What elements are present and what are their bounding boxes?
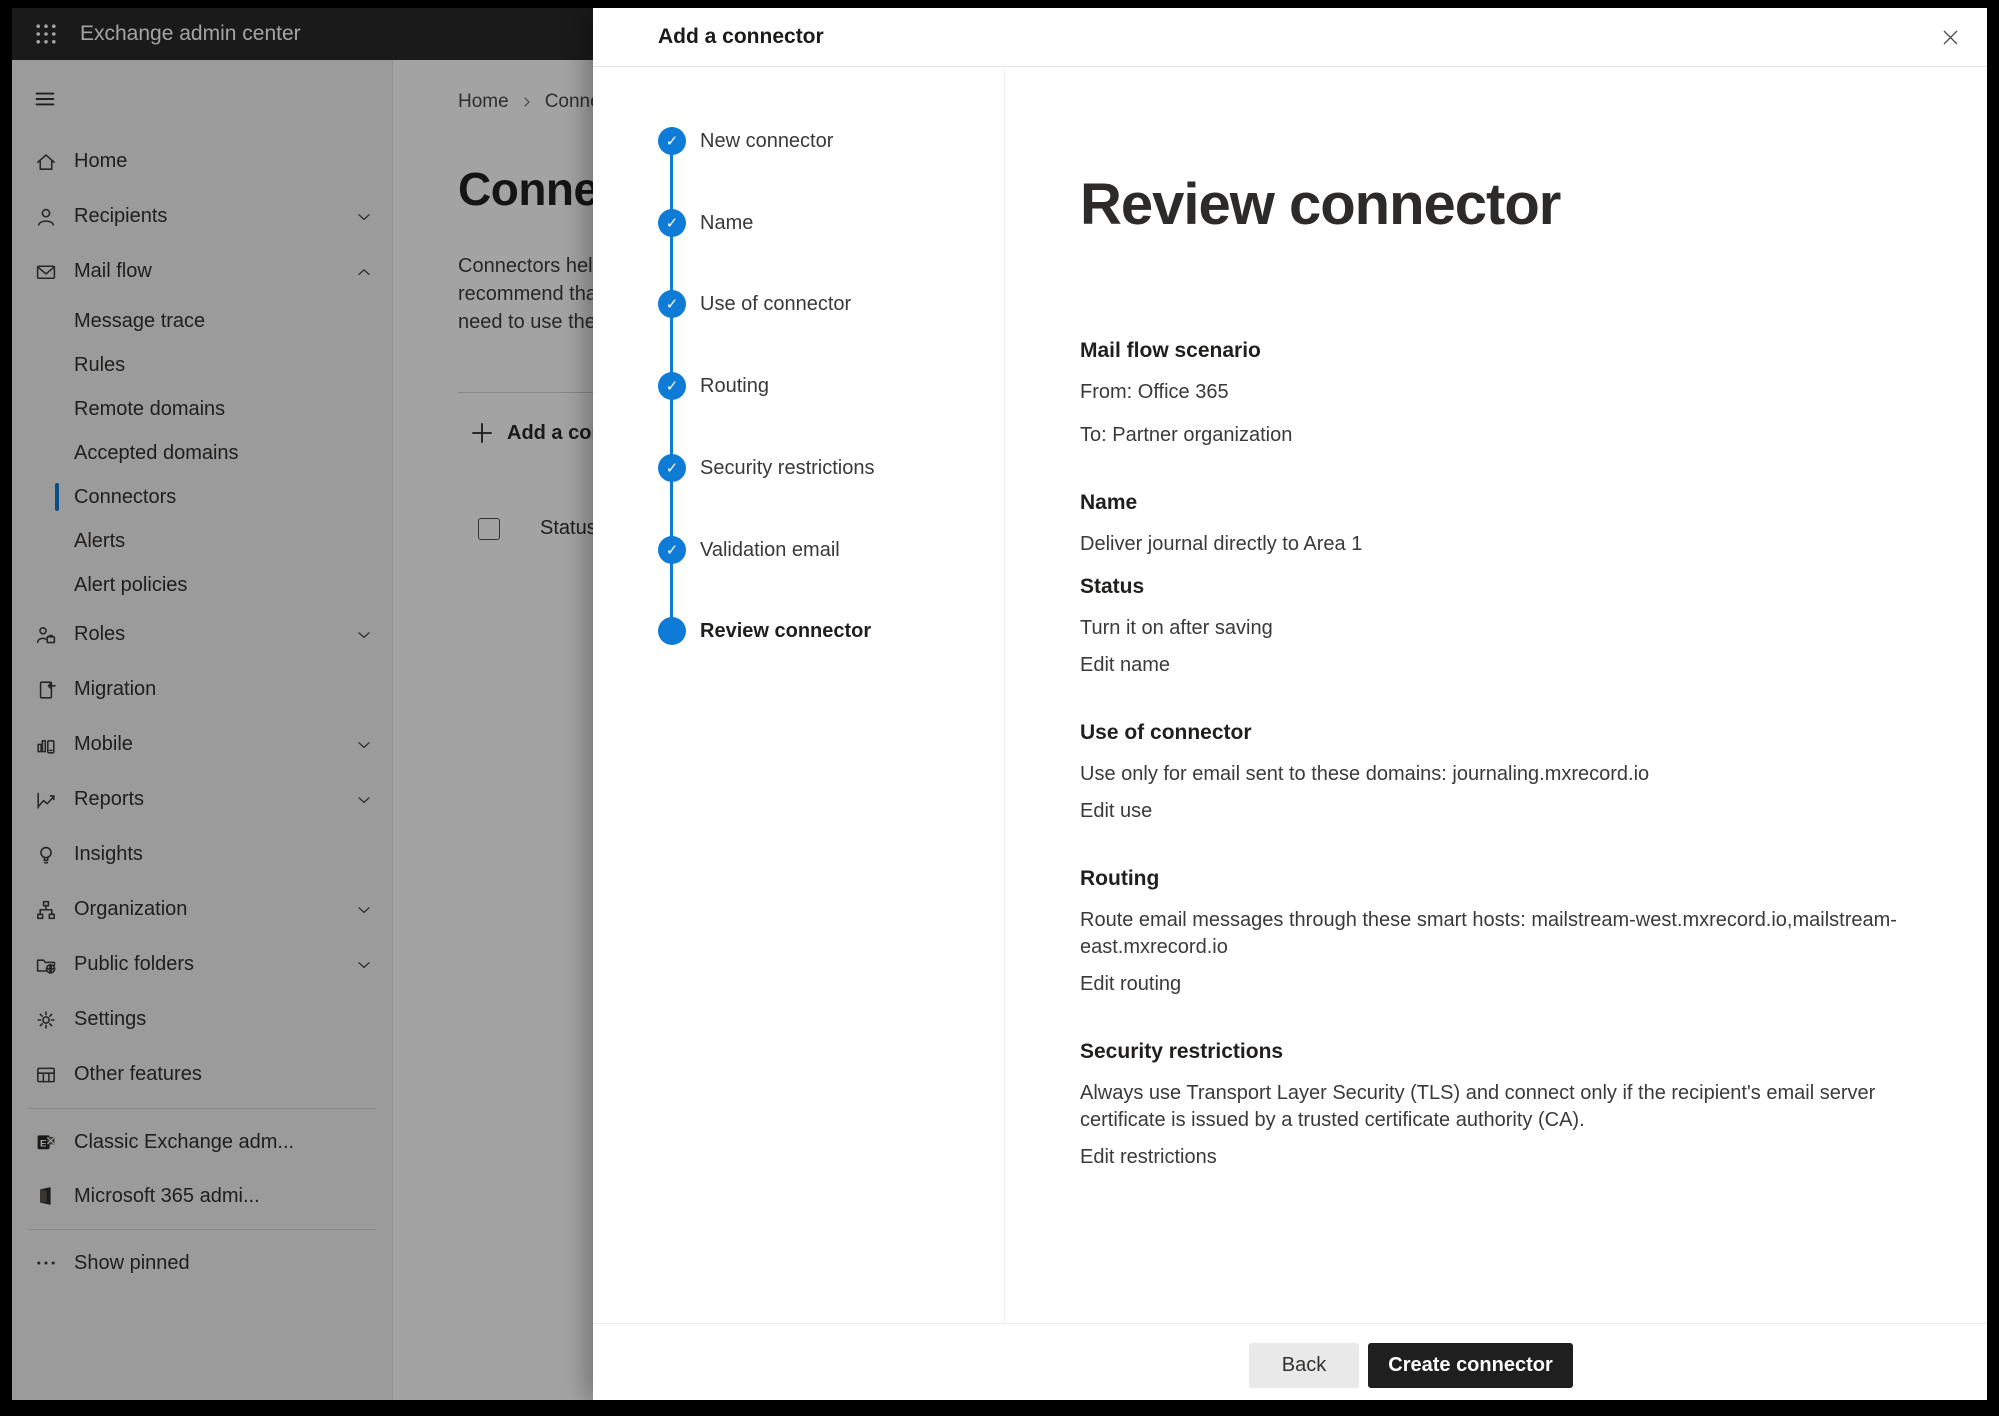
wizard-step-review-connector[interactable]: Review connector bbox=[658, 617, 871, 645]
review-sections: Mail flow scenario From: Office 365 To: Pa… bbox=[1080, 339, 1915, 1171]
wizard-step-label: Security restrictions bbox=[700, 457, 875, 480]
step-check-icon: ✓ bbox=[658, 536, 686, 564]
panel-title: Add a connector bbox=[658, 25, 824, 49]
review-group: Name Deliver journal directly to Area 1 St… bbox=[1080, 491, 1915, 679]
review-text: To: Partner organization bbox=[1080, 422, 1915, 449]
review-text: Turn it on after saving bbox=[1080, 615, 1915, 642]
step-check-icon: ✓ bbox=[658, 454, 686, 482]
wizard-step-use-of-connector[interactable]: ✓ Use of connector bbox=[658, 290, 851, 318]
wizard-step-label: Use of connector bbox=[700, 293, 851, 316]
review-group: Security restrictions Always use Transpor… bbox=[1080, 1040, 1915, 1171]
edit-restrictions-link[interactable]: Edit restrictions bbox=[1080, 1144, 1915, 1171]
review-section-heading: Name bbox=[1080, 491, 1915, 515]
review-title: Review connector bbox=[1080, 171, 1947, 238]
review-group: Use of connector Use only for email sent … bbox=[1080, 721, 1915, 825]
review-text: Route email messages through these smart… bbox=[1080, 907, 1915, 961]
panel-footer: Back Create connector bbox=[593, 1323, 1987, 1400]
review-text: Deliver journal directly to Area 1 bbox=[1080, 531, 1915, 558]
edit-use-link[interactable]: Edit use bbox=[1080, 798, 1915, 825]
step-check-icon: ✓ bbox=[658, 209, 686, 237]
close-button[interactable] bbox=[1933, 20, 1967, 54]
review-group: Routing Route email messages through thes… bbox=[1080, 867, 1915, 998]
wizard-step-label: Validation email bbox=[700, 539, 840, 562]
review-text: Always use Transport Layer Security (TLS… bbox=[1080, 1080, 1915, 1134]
wizard-step-label: Name bbox=[700, 212, 753, 235]
step-check-icon: ✓ bbox=[658, 290, 686, 318]
wizard-step-routing[interactable]: ✓ Routing bbox=[658, 372, 769, 400]
wizard-step-name[interactable]: ✓ Name bbox=[658, 209, 753, 237]
review-section-heading: Status bbox=[1080, 575, 1915, 599]
close-icon bbox=[1941, 28, 1960, 47]
create-connector-button[interactable]: Create connector bbox=[1368, 1343, 1573, 1388]
add-connector-panel: Add a connector ✓ New connector ✓ Name ✓ Use … bbox=[593, 8, 1987, 1400]
review-section-heading: Use of connector bbox=[1080, 721, 1915, 745]
wizard-step-security-restrictions[interactable]: ✓ Security restrictions bbox=[658, 454, 875, 482]
review-text: From: Office 365 bbox=[1080, 379, 1915, 406]
wizard-steps: ✓ New connector ✓ Name ✓ Use of connector ✓ Rou… bbox=[593, 68, 1005, 1323]
wizard-step-validation-email[interactable]: ✓ Validation email bbox=[658, 536, 840, 564]
review-section-heading: Mail flow scenario bbox=[1080, 339, 1915, 363]
review-content: Review connector Mail flow scenario From:… bbox=[1005, 68, 1987, 1323]
review-group: Mail flow scenario From: Office 365 To: Pa… bbox=[1080, 339, 1915, 449]
wizard-step-label: Review connector bbox=[700, 620, 871, 643]
review-section-heading: Routing bbox=[1080, 867, 1915, 891]
review-section-heading: Security restrictions bbox=[1080, 1040, 1915, 1064]
back-button[interactable]: Back bbox=[1249, 1343, 1359, 1388]
wizard-step-label: Routing bbox=[700, 375, 769, 398]
app-window: Exchange admin center HomeRecipientsMail… bbox=[12, 8, 1987, 1400]
panel-body: ✓ New connector ✓ Name ✓ Use of connector ✓ Rou… bbox=[593, 68, 1987, 1323]
wizard-step-label: New connector bbox=[700, 130, 833, 153]
edit-name-link[interactable]: Edit name bbox=[1080, 652, 1915, 679]
step-check-icon: ✓ bbox=[658, 127, 686, 155]
step-current-dot bbox=[658, 617, 686, 645]
edit-routing-link[interactable]: Edit routing bbox=[1080, 971, 1915, 998]
panel-header: Add a connector bbox=[593, 8, 1987, 67]
wizard-step-new-connector[interactable]: ✓ New connector bbox=[658, 127, 833, 155]
step-check-icon: ✓ bbox=[658, 372, 686, 400]
review-text: Use only for email sent to these domains… bbox=[1080, 761, 1915, 788]
